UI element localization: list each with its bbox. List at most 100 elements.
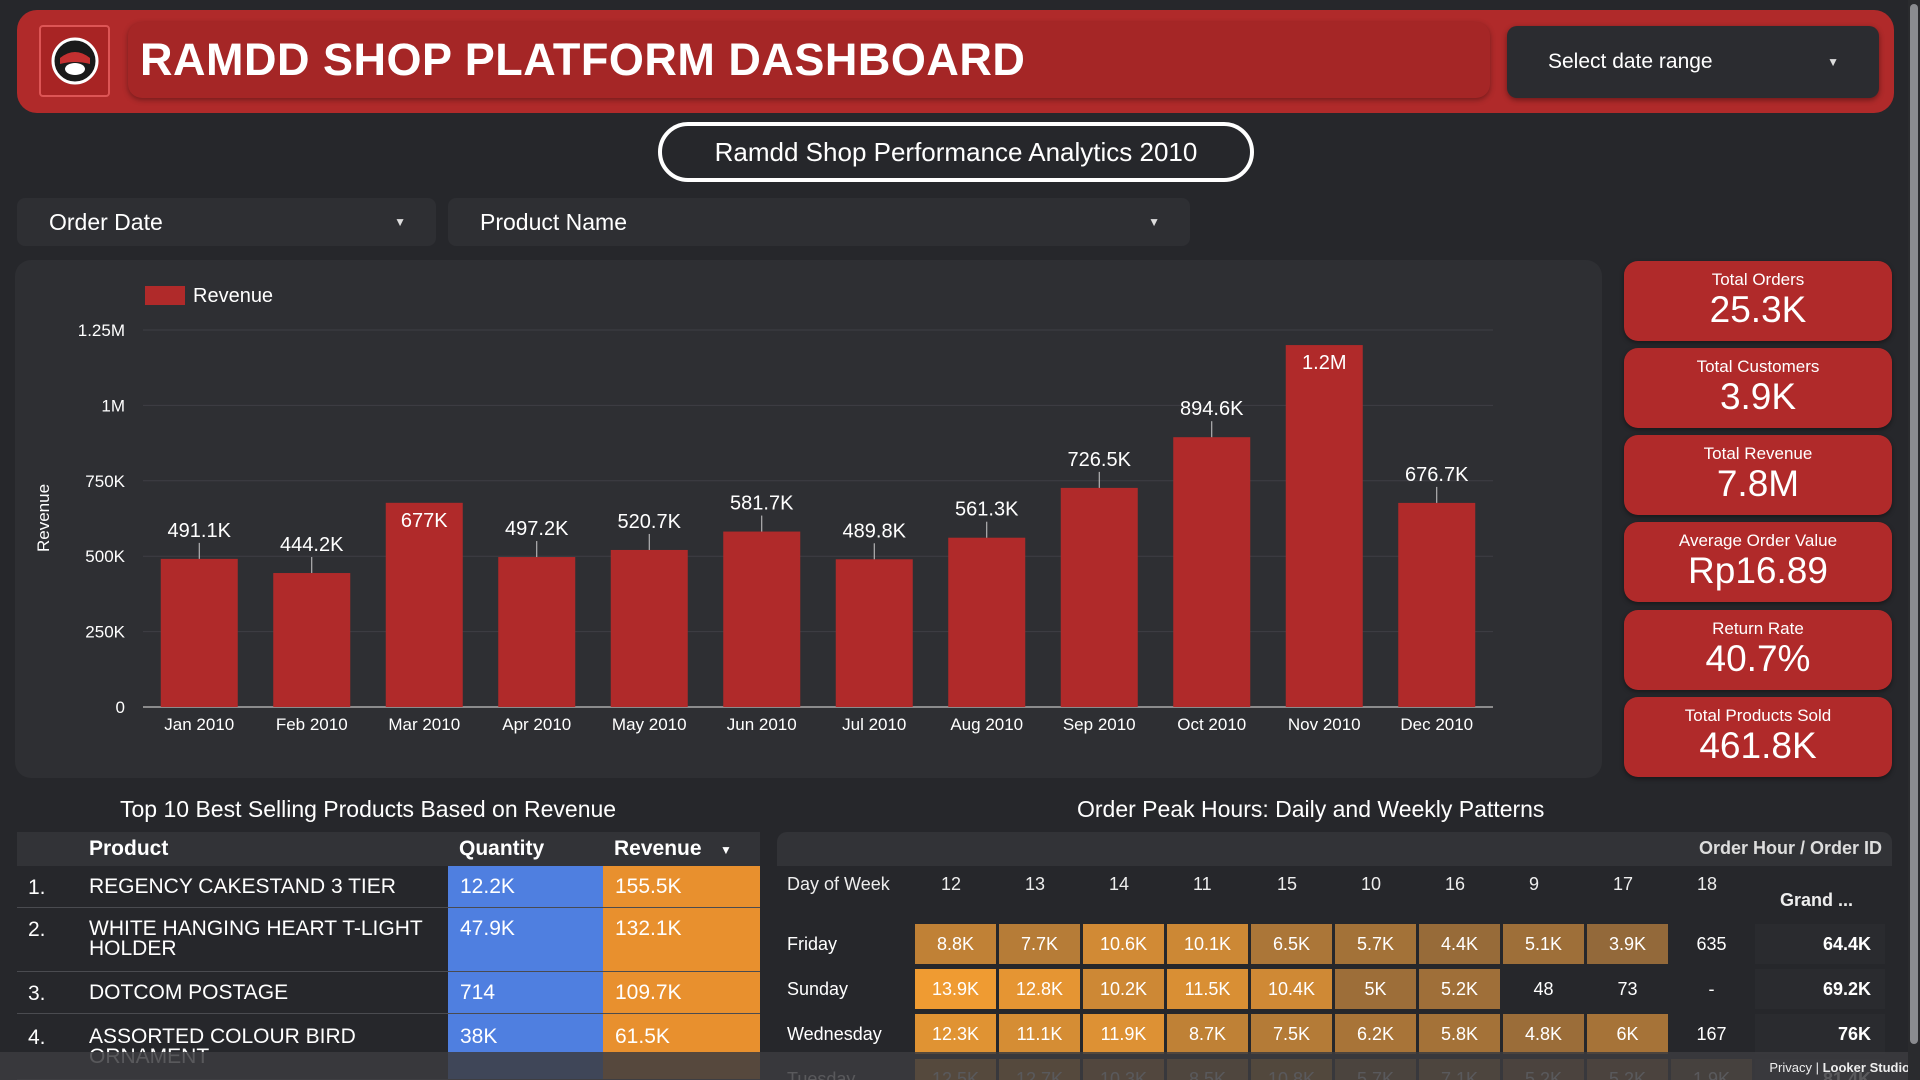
data-label: 726.5K [1068,449,1132,471]
heatmap-cell: 167 [1696,1024,1727,1044]
kpi-value: 3.9K [1719,376,1797,417]
row-header-day-of-week[interactable]: Day of Week [787,874,890,895]
footer-divider: | [1815,1060,1823,1075]
row-quantity: 47.9K [448,908,603,971]
x-tick-label: Jul 2010 [842,715,906,734]
kpi-label: Average Order Value [1678,531,1838,550]
data-label: 444.2K [280,534,344,556]
heatmap-row[interactable]: Sunday 13.9K 12.8K 10.2K 11.5K 10.4K 5K 5.2K 48 7… [777,967,1892,1011]
column-header-hour[interactable]: 11 [1193,874,1212,895]
column-header-hour[interactable]: 14 [1109,874,1129,895]
column-header-revenue[interactable]: Revenue [614,837,702,861]
heatmap-cell: 4.4K [1419,924,1500,964]
column-header-hour[interactable]: 13 [1025,874,1045,895]
table-header: Product Quantity Revenue ▼ [17,832,760,866]
scrollbar-thumb[interactable] [1910,4,1918,1044]
bar [723,531,801,707]
chevron-down-icon: ▼ [1148,215,1160,229]
heatmap-cell: 5.8K [1419,1014,1500,1054]
x-tick-label: Nov 2010 [1288,715,1361,734]
row-quantity: 714 [448,972,603,1013]
footer-bar [0,1052,1920,1080]
column-header-hour[interactable]: 9 [1529,874,1539,895]
row-quantity: 12.2K [448,866,603,907]
table-row[interactable]: 2. WHITE HANGING HEART T-LIGHT HOLDER 47… [17,908,760,972]
heatmap-cell: 10.2K [1083,969,1164,1009]
kpi-average-order-value: Average Order Value Rp16.89 [1624,522,1892,602]
date-range-picker[interactable]: Select date range ▼ [1507,26,1879,98]
kpi-value: 461.8K [1699,725,1817,766]
y-tick-label: 250K [85,623,125,642]
bar [1285,345,1363,707]
chevron-down-icon: ▼ [1827,55,1839,69]
x-tick-label: Aug 2010 [950,715,1023,734]
kpi-label: Total Orders [1711,270,1805,289]
bar [498,557,576,707]
column-header-quantity[interactable]: Quantity [459,837,544,861]
y-tick-label: 1.25M [78,321,125,340]
column-header-product[interactable]: Product [89,837,168,861]
x-tick-label: Apr 2010 [502,715,571,734]
data-label: 491.1K [168,520,232,542]
row-grand-total: 69.2K [1755,969,1885,1009]
kpi-total-customers: Total Customers 3.9K [1624,348,1892,428]
bar [385,502,463,707]
x-tick-label: Oct 2010 [1177,715,1246,734]
heatmap-cell: 5.2K [1419,969,1500,1009]
y-tick-label: 1M [101,396,125,415]
column-header-hour[interactable]: 18 [1697,874,1717,895]
chevron-down-icon: ▼ [394,215,406,229]
sort-descending-icon[interactable]: ▼ [720,843,732,857]
kpi-total-products-sold: Total Products Sold 461.8K [1624,697,1892,777]
row-rank: 2. [28,918,46,941]
looker-studio-brand[interactable]: Looker Studio [1823,1060,1910,1075]
column-header-grand-total[interactable]: Grand ... [1780,890,1853,911]
row-rank: 1. [28,876,46,899]
row-product: REGENCY CAKESTAND 3 TIER [89,875,396,898]
x-tick-label: Mar 2010 [388,715,460,734]
x-tick-label: Jan 2010 [164,715,234,734]
kpi-value: 7.8M [1716,463,1800,504]
heatmap-cell: 10.1K [1167,924,1248,964]
heatmap-row[interactable]: Friday 8.8K 7.7K 10.6K 10.1K 6.5K 5.7K 4.4K 5.1K… [777,922,1892,966]
column-header-hour[interactable]: 10 [1361,874,1381,895]
data-label: 581.7K [730,493,794,515]
bar [1398,502,1476,707]
heatmap-cell: 8.7K [1167,1014,1248,1054]
heatmap-cell: 48 [1533,979,1554,999]
row-day-label: Wednesday [787,1024,882,1044]
legend-swatch [145,286,185,305]
table-row[interactable]: 3. DOTCOM POSTAGE 714 109.7K [17,972,760,1014]
shop-logo [39,25,110,97]
column-header-hour[interactable]: 15 [1277,874,1297,895]
privacy-link[interactable]: Privacy [1769,1060,1812,1075]
heatmap-corner-title: Order Hour / Order ID [1698,838,1882,858]
row-day-label: Sunday [787,979,849,999]
column-header-hour[interactable]: 16 [1445,874,1465,895]
bar [610,549,688,707]
heatmap-cell: 4.8K [1503,1014,1584,1054]
row-grand-total: 64.4K [1755,924,1885,964]
kpi-value: 40.7% [1705,638,1811,679]
table-row[interactable]: 1. REGENCY CAKESTAND 3 TIER 12.2K 155.5K [17,866,760,908]
best-selling-products-table: Product Quantity Revenue ▼ 1. REGENCY CA… [17,832,760,1080]
kpi-value: Rp16.89 [1688,550,1828,591]
column-header-hour[interactable]: 12 [941,874,961,895]
heatmap-cell: 12.3K [915,1014,996,1054]
order-date-filter[interactable]: Order Date ▼ [17,198,436,246]
column-header-hour[interactable]: 17 [1613,874,1633,895]
kpi-return-rate: Return Rate 40.7% [1624,610,1892,690]
heatmap-row[interactable]: Wednesday 12.3K 11.1K 11.9K 8.7K 7.5K 6.2K 5.8K… [777,1012,1892,1056]
kpi-label: Return Rate [1712,619,1804,638]
kpi-total-revenue: Total Revenue 7.8M [1624,435,1892,515]
ninja-logo-icon [51,37,98,85]
heatmap-cell: 5K [1335,969,1416,1009]
data-label: 497.2K [505,518,569,540]
kpi-label: Total Revenue [1703,444,1813,463]
product-name-filter[interactable]: Product Name ▼ [448,198,1190,246]
bar [1173,437,1251,707]
page-subtitle: Ramdd Shop Performance Analytics 2010 [658,122,1254,182]
y-tick-label: 0 [116,698,125,717]
kpi-label: Total Products Sold [1684,706,1832,725]
x-tick-label: May 2010 [612,715,687,734]
